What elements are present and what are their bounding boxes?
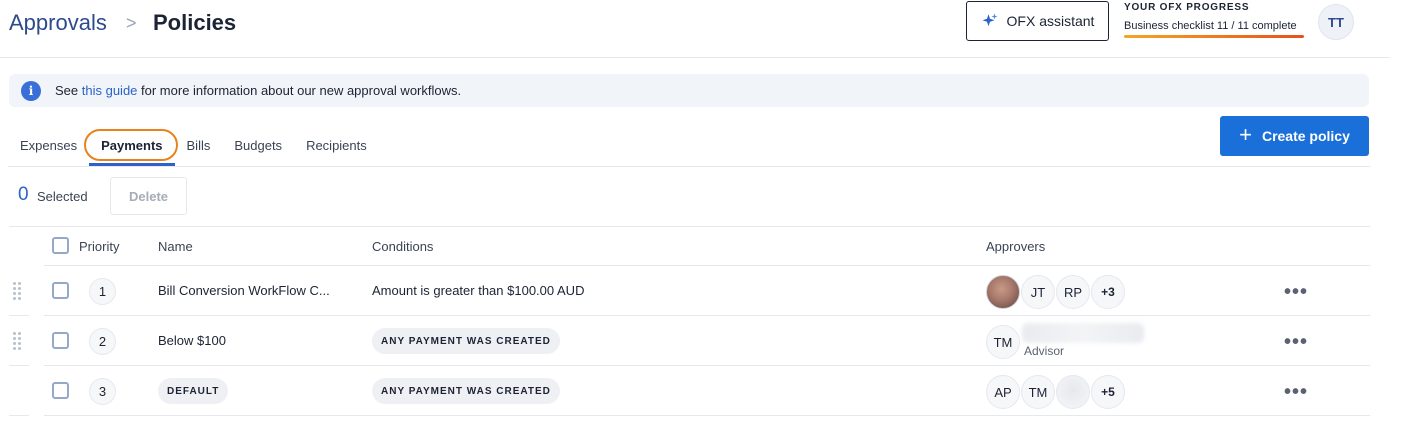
condition-pill: ANY PAYMENT WAS CREATED — [372, 328, 560, 354]
column-header-approvers: Approvers — [986, 239, 1046, 254]
table-row[interactable]: 1 Bill Conversion WorkFlow C... Amount i… — [0, 266, 1390, 316]
policy-condition: Amount is greater than $100.00 AUD — [372, 283, 585, 298]
row-menu-icon[interactable]: ••• — [1284, 282, 1308, 302]
more-approvers-badge[interactable]: +5 — [1091, 375, 1125, 409]
priority-badge: 2 — [89, 328, 116, 355]
tabs-divider — [8, 166, 1370, 167]
ofx-assistant-button[interactable]: OFX assistant — [966, 1, 1109, 41]
drag-handle-icon[interactable] — [13, 282, 23, 300]
default-policy-pill[interactable]: DEFAULT — [158, 378, 229, 404]
progress-fill — [1124, 35, 1304, 38]
table-row[interactable]: 3 DEFAULT ANY PAYMENT WAS CREATED AP TM … — [0, 366, 1390, 416]
create-policy-button[interactable]: + Create policy — [1220, 116, 1369, 156]
policy-tabs: Expenses Payments Bills Budgets Recipien… — [8, 128, 379, 166]
approver-avatar[interactable]: TM — [986, 325, 1020, 359]
approver-avatar[interactable]: RP — [1056, 275, 1090, 309]
info-icon: i — [21, 80, 41, 101]
ofx-progress: YOUR OFX PROGRESS Business checklist 11 … — [1124, 2, 1309, 38]
guide-link[interactable]: this guide — [82, 83, 138, 98]
table-top-divider — [9, 226, 1370, 227]
drag-handle-icon[interactable] — [13, 332, 23, 350]
select-all-checkbox[interactable] — [52, 237, 69, 254]
tab-payments[interactable]: Payments — [89, 128, 175, 166]
tab-expenses[interactable]: Expenses — [8, 128, 89, 166]
selected-count: 0 — [18, 184, 29, 205]
tab-budgets[interactable]: Budgets — [222, 128, 294, 166]
progress-title: YOUR OFX PROGRESS — [1124, 2, 1250, 13]
priority-badge: 3 — [89, 378, 116, 405]
create-policy-label: Create policy — [1261, 128, 1350, 144]
row-divider — [9, 415, 29, 416]
ofx-assistant-label: OFX assistant — [1006, 13, 1095, 29]
row-checkbox[interactable] — [52, 382, 69, 399]
approver-name-redacted — [1022, 323, 1144, 343]
row-menu-icon[interactable]: ••• — [1284, 382, 1308, 402]
banner-prefix: See — [55, 83, 82, 98]
row-divider — [44, 415, 1370, 416]
progress-bar — [1124, 35, 1304, 38]
approver-avatar-redacted[interactable] — [1056, 375, 1090, 409]
breadcrumb-approvals[interactable]: Approvals — [9, 10, 107, 36]
user-avatar[interactable]: TT — [1318, 4, 1354, 40]
approver-avatar[interactable]: AP — [986, 375, 1020, 409]
sparkle-icon — [982, 13, 998, 27]
approver-avatar[interactable]: JT — [1021, 275, 1055, 309]
banner-suffix: for more information about our new appro… — [137, 83, 462, 98]
row-checkbox[interactable] — [52, 282, 69, 299]
priority-badge: 1 — [89, 278, 116, 305]
condition-pill: ANY PAYMENT WAS CREATED — [372, 378, 560, 404]
breadcrumb-separator: > — [126, 13, 137, 33]
column-header-priority[interactable]: Priority — [79, 239, 119, 254]
approver-avatar-photo[interactable] — [986, 275, 1020, 309]
approver-avatar[interactable]: TM — [1021, 375, 1055, 409]
business-checklist-link[interactable]: Business checklist 11 / 11 complete — [1124, 20, 1309, 32]
table-row[interactable]: 2 Below $100 ANY PAYMENT WAS CREATED TM … — [0, 316, 1390, 366]
column-header-conditions: Conditions — [372, 239, 434, 254]
tab-bills[interactable]: Bills — [175, 128, 223, 166]
tab-recipients[interactable]: Recipients — [294, 128, 379, 166]
delete-button[interactable]: Delete — [110, 177, 187, 215]
selected-label: Selected — [37, 189, 88, 204]
policy-name[interactable]: Below $100 — [158, 333, 226, 348]
page-title: Policies — [153, 10, 237, 35]
row-menu-icon[interactable]: ••• — [1284, 332, 1308, 352]
policy-name[interactable]: Bill Conversion WorkFlow C... — [158, 283, 330, 298]
info-banner: i See this guide for more information ab… — [9, 74, 1369, 107]
more-approvers-badge[interactable]: +3 — [1091, 275, 1125, 309]
plus-icon: + — [1239, 122, 1252, 147]
row-checkbox[interactable] — [52, 332, 69, 349]
approver-role: Advisor — [1024, 344, 1065, 358]
column-header-name[interactable]: Name — [158, 239, 193, 254]
page-header: Approvals > Policies OFX assistant YOUR … — [0, 0, 1390, 58]
